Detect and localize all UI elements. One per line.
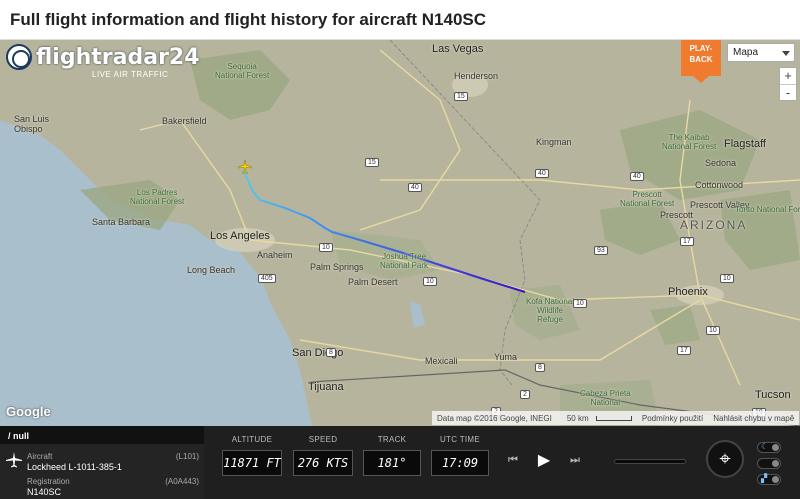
title-bar: Full flight information and flight histo…: [0, 0, 800, 40]
google-logo: Google: [6, 404, 51, 419]
map-label: Henderson: [454, 71, 499, 81]
chevron-down-icon: [782, 51, 790, 56]
map-label: Los Angeles: [210, 230, 270, 242]
night-mode-toggle[interactable]: ☾: [757, 442, 781, 453]
chart-icon: ▞: [761, 474, 768, 483]
highway-shield: 8: [326, 348, 336, 357]
globe-logo-icon: [6, 44, 32, 70]
track-label: TRACK: [377, 435, 407, 444]
highway-shield: 40: [630, 172, 644, 181]
map-label: Mexicali: [425, 356, 458, 366]
map-label: The Kaibab National Forest: [662, 133, 717, 151]
logo-text: flightradar24: [36, 44, 200, 70]
aircraft-value: Lockheed L-1011-385-1: [27, 462, 122, 472]
highway-shield: 8: [535, 363, 545, 372]
flight-header: / null: [0, 426, 204, 444]
flightradar24-logo[interactable]: flightradar24 LIVE AIR TRAFFIC: [6, 44, 200, 79]
map-label: Cottonwood: [695, 180, 744, 190]
map-label: Cabeza Prieta National: [580, 389, 631, 407]
rewind-icon[interactable]: ⏮: [508, 454, 518, 467]
registration-label: Registration: [27, 477, 70, 486]
map-label: Palm Springs: [310, 262, 364, 272]
map-label: Tijuana: [308, 381, 344, 393]
highway-shield: 40: [535, 169, 549, 178]
map-label: San Luis: [14, 114, 50, 124]
registration-code: (A0A443): [165, 477, 199, 486]
map-label: Phoenix: [668, 286, 708, 298]
logo-tagline: LIVE AIR TRAFFIC: [92, 70, 169, 79]
highway-shield: 10: [319, 243, 333, 252]
highway-shield: 10: [720, 274, 734, 283]
highway-shield: 15: [454, 92, 468, 101]
map-label: Long Beach: [187, 265, 236, 275]
highway-shield: 17: [680, 237, 694, 246]
map-label: Sequoia National Forest: [215, 62, 270, 80]
zoom-control: + -: [779, 67, 797, 101]
aircraft-marker-icon[interactable]: [237, 159, 253, 174]
highway-shield: 10: [573, 299, 587, 308]
highway-shield: 93: [594, 246, 608, 255]
layer-toggle[interactable]: [757, 458, 781, 469]
map-label: Yuma: [494, 352, 518, 362]
map-label: Palm Desert: [348, 277, 398, 287]
map[interactable]: Las Vegas Henderson Bakersfield San Luis…: [0, 40, 800, 426]
airplane-icon: [6, 452, 22, 468]
map-label: Anaheim: [257, 250, 293, 260]
aircraft-info: / null Aircraft (L101) Lockheed L-1011-3…: [0, 426, 204, 499]
aircraft-label: Aircraft: [27, 452, 53, 461]
chart-toggle[interactable]: ▞: [757, 474, 781, 485]
zoom-out-button[interactable]: -: [780, 84, 796, 100]
map-label: Kofa National Wildlife Refuge: [526, 297, 575, 324]
map-label: Bakersfield: [162, 116, 207, 126]
moon-icon: ☾: [761, 442, 769, 451]
speed-value: 276 KTS: [293, 450, 353, 476]
page-title: Full flight information and flight histo…: [10, 10, 487, 29]
map-label: ARIZONA: [680, 218, 748, 232]
playback-slider[interactable]: [614, 459, 686, 464]
play-button[interactable]: ▶: [531, 448, 557, 474]
flight-info-panel: / null Aircraft (L101) Lockheed L-1011-3…: [0, 426, 800, 499]
registration-value: N140SC: [27, 487, 62, 497]
terms-link[interactable]: Podmínky použití: [637, 414, 708, 423]
map-label: Sedona: [705, 158, 737, 168]
highway-shield: 405: [258, 274, 276, 283]
highway-shield: 10: [706, 326, 720, 335]
map-label: Las Vegas: [432, 43, 484, 55]
altitude-label: ALTITUDE: [231, 435, 273, 444]
zoom-in-button[interactable]: +: [780, 68, 796, 84]
fast-forward-icon[interactable]: ⏭: [570, 454, 580, 467]
speed-gauge: SPEED 276 KTS: [293, 426, 353, 476]
track-gauge: TRACK 181°: [363, 426, 421, 476]
map-attribution: Data map ©2016 Google, INEGI 50 km Podmí…: [432, 411, 800, 425]
track-value: 181°: [363, 450, 421, 476]
map-label: Santa Barbara: [92, 217, 151, 227]
report-link[interactable]: Nahlásit chybu v mapě: [708, 414, 799, 423]
map-label: Flagstaff: [724, 138, 766, 150]
highway-shield: 40: [408, 183, 422, 192]
altitude-gauge: ALTITUDE 11871 FT: [222, 426, 282, 476]
playback-button[interactable]: PLAY- BACK: [681, 40, 721, 83]
highway-shield: 2: [520, 390, 530, 399]
speed-label: SPEED: [308, 435, 338, 444]
utc-value: 17:09: [431, 450, 489, 476]
map-label: Joshua Tree National Park: [380, 252, 429, 270]
map-terrain: [0, 40, 800, 426]
map-label: Los Padres National Forest: [130, 188, 185, 206]
utc-gauge: UTC TIME 17:09: [431, 426, 489, 476]
utc-label: UTC TIME: [439, 435, 481, 444]
map-type-select[interactable]: Mapa: [727, 43, 795, 62]
map-label: Kingman: [536, 137, 572, 147]
altitude-value: 11871 FT: [222, 450, 282, 476]
highway-shield: 17: [677, 346, 691, 355]
map-label: Obispo: [14, 124, 43, 134]
scale-bar: [595, 415, 632, 421]
map-label: Prescott National Forest: [620, 190, 675, 208]
aircraft-code: (L101): [175, 452, 199, 461]
highway-shield: 15: [365, 158, 379, 167]
map-label: Tonto National Forest: [735, 205, 800, 214]
map-label: Tucson: [755, 389, 791, 401]
center-aircraft-button[interactable]: ⌖: [706, 440, 744, 478]
highway-shield: 10: [423, 277, 437, 286]
scale-label: 50 km: [557, 414, 637, 423]
